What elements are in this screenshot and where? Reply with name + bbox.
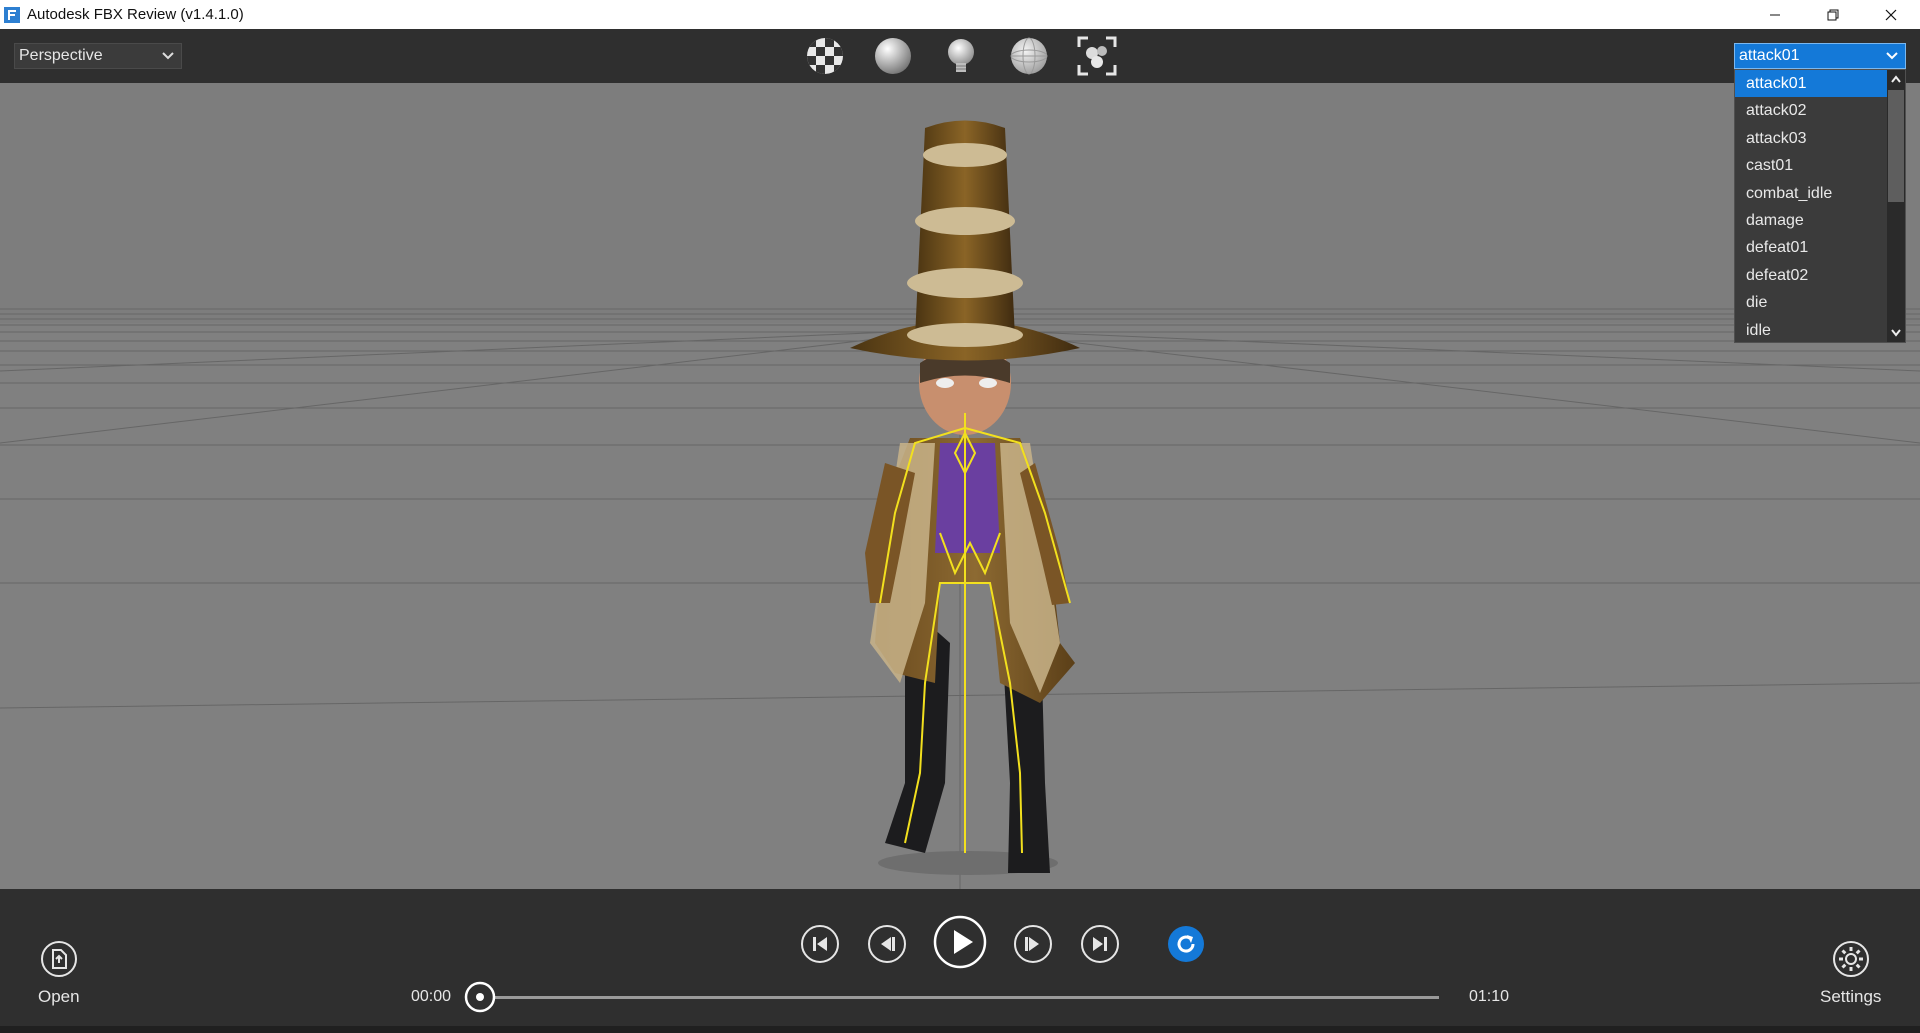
current-time: 00:00	[411, 988, 452, 1005]
restore-icon[interactable]	[1804, 0, 1862, 29]
scrollbar-thumb[interactable]	[1888, 90, 1904, 202]
animation-option-die[interactable]: die	[1735, 289, 1888, 316]
scene-render	[0, 83, 1920, 889]
gear-icon	[1832, 941, 1869, 977]
play-icon	[933, 915, 987, 969]
3d-viewport[interactable]	[0, 83, 1920, 889]
chevron-down-icon	[1885, 49, 1899, 68]
close-icon[interactable]	[1862, 0, 1920, 29]
loop-toggle[interactable]	[1164, 922, 1208, 966]
animation-option-attack01[interactable]: attack01	[1735, 70, 1888, 98]
animation-select-value: attack01	[1739, 47, 1800, 64]
checker-texture-icon[interactable]	[802, 33, 848, 79]
settings-label: Settings	[1820, 987, 1882, 1006]
animation-select[interactable]: attack01	[1734, 43, 1906, 69]
animation-option-defeat02[interactable]: defeat02	[1735, 262, 1888, 289]
go-to-end-button[interactable]	[1078, 922, 1122, 966]
go-to-start-button[interactable]	[798, 922, 842, 966]
animation-option-attack02[interactable]: attack02	[1735, 97, 1888, 124]
dropdown-scrollbar[interactable]	[1887, 70, 1905, 342]
loop-icon	[1168, 926, 1204, 962]
step-back-button[interactable]	[865, 922, 909, 966]
fbx-app-icon	[4, 6, 20, 23]
lightbulb-icon[interactable]	[938, 33, 984, 79]
animation-option-idle[interactable]: idle	[1735, 317, 1888, 344]
animation-dropdown-list[interactable]: attack01 attack02 attack03 cast01 combat…	[1734, 69, 1906, 343]
view-mode-select[interactable]: Perspective	[14, 43, 182, 69]
open-label: Open	[38, 987, 80, 1006]
top-toolbar: Perspective attack01	[0, 29, 1920, 83]
animation-option-combat-idle[interactable]: combat_idle	[1735, 180, 1888, 207]
open-button[interactable]: Open	[38, 939, 80, 1007]
chevron-down-icon	[161, 49, 175, 68]
animation-option-defeat01[interactable]: defeat01	[1735, 234, 1888, 261]
go-to-end-icon	[1081, 925, 1119, 963]
wireframe-sphere-icon[interactable]	[1006, 33, 1052, 79]
animation-option-attack03[interactable]: attack03	[1735, 125, 1888, 152]
playback-bar: Open 00:00 01:10 Settings	[0, 889, 1920, 1033]
scroll-down-icon[interactable]	[1887, 324, 1905, 342]
shaded-sphere-icon[interactable]	[870, 33, 916, 79]
scroll-up-icon[interactable]	[1887, 70, 1905, 88]
end-time: 01:10	[1469, 988, 1510, 1005]
animation-option-damage[interactable]: damage	[1735, 207, 1888, 234]
window-title: Autodesk FBX Review (v1.4.1.0)	[27, 6, 244, 23]
timeline-track[interactable]	[480, 996, 1439, 999]
minimize-icon[interactable]	[1746, 0, 1804, 29]
animation-option-cast01[interactable]: cast01	[1735, 152, 1888, 179]
bottom-edge	[0, 1026, 1920, 1033]
timeline-scrubber[interactable]	[464, 981, 496, 1013]
go-to-start-icon	[801, 925, 839, 963]
step-forward-icon	[1014, 925, 1052, 963]
step-back-icon	[868, 925, 906, 963]
settings-button[interactable]: Settings	[1820, 939, 1881, 1007]
frame-all-icon[interactable]	[1074, 33, 1120, 79]
title-bar: Autodesk FBX Review (v1.4.1.0)	[0, 0, 1920, 29]
view-mode-value: Perspective	[19, 47, 103, 64]
step-forward-button[interactable]	[1011, 922, 1055, 966]
play-button[interactable]	[932, 914, 988, 970]
open-file-icon	[40, 941, 77, 977]
